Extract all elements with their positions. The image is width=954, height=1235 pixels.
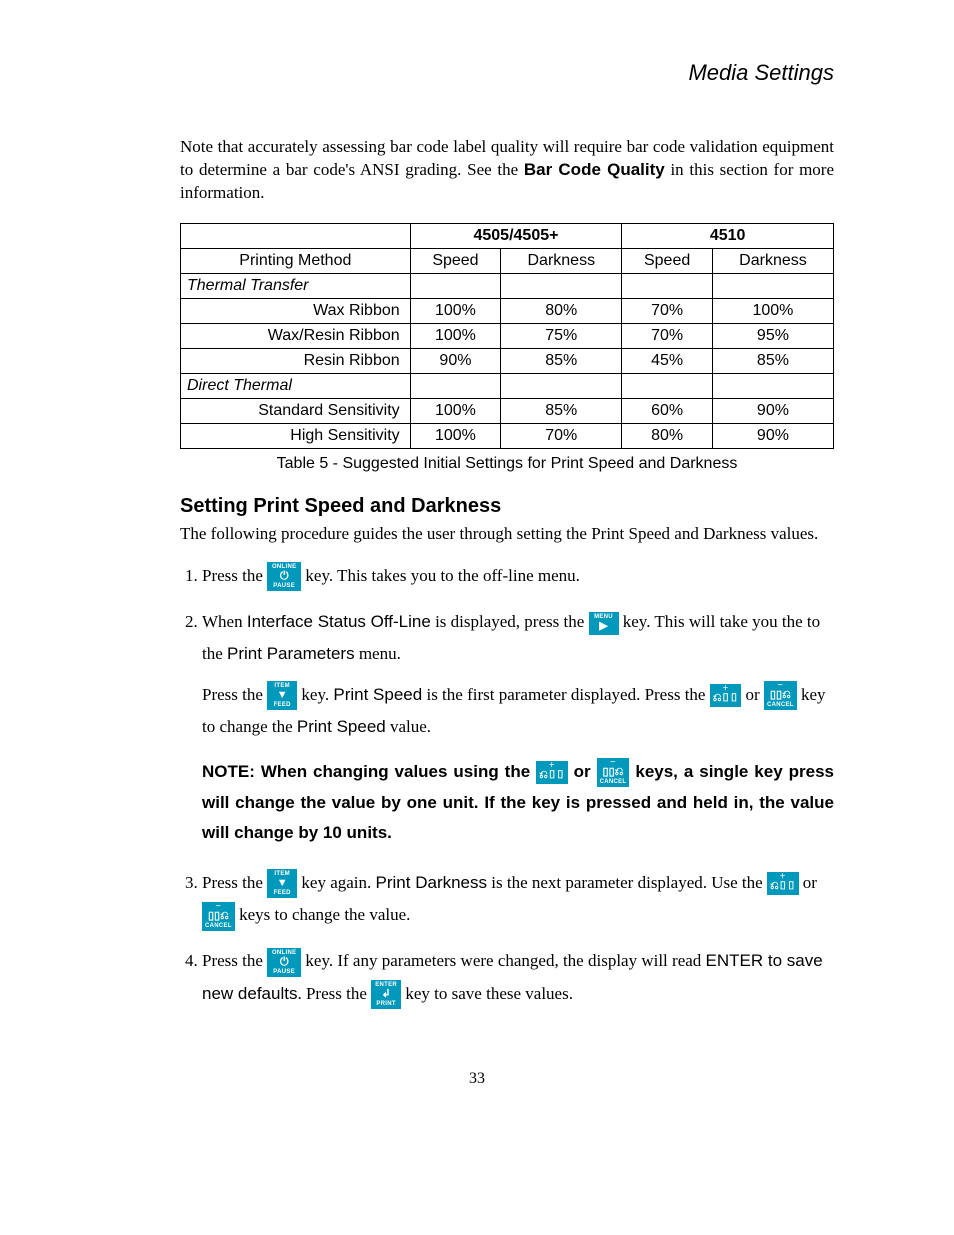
text: key. [301, 685, 333, 704]
text: is displayed, press the [431, 612, 589, 631]
minus-cancel-key-icon: －▯▯⎌CANCEL [597, 758, 630, 787]
table-row: Wax Ribbon 100% 80% 70% 100% [181, 298, 834, 323]
step-2-sub: Press the ITEM▼FEED key. Print Speed is … [202, 679, 834, 744]
plus-key-icon: ＋⎌▯▯ [536, 761, 568, 784]
table-row: Standard Sensitivity 100% 85% 60% 90% [181, 398, 834, 423]
row-label: High Sensitivity [181, 423, 411, 448]
text: When [202, 612, 247, 631]
text: key to save these values. [405, 984, 573, 1003]
text: key again. [301, 873, 375, 892]
table-row: Resin Ribbon 90% 85% 45% 85% [181, 348, 834, 373]
item-feed-key-icon: ITEM▼FEED [267, 681, 297, 710]
step-4: Press the ONLINE⏻PAUSE key. If any param… [202, 945, 834, 1010]
text: Press the [202, 685, 267, 704]
page-number: 33 [120, 1070, 834, 1088]
section-label: Thermal Transfer [181, 273, 411, 298]
note-block: NOTE: When changing values using the ＋⎌▯… [202, 757, 834, 849]
text: key. This takes you to the off-line menu… [305, 566, 579, 585]
section-direct-thermal: Direct Thermal [181, 373, 834, 398]
text: Press the [202, 951, 267, 970]
text: or [746, 685, 764, 704]
table-row: High Sensitivity 100% 70% 80% 90% [181, 423, 834, 448]
text: is the first parameter displayed. Press … [422, 685, 710, 704]
procedure-steps: Press the ONLINE⏻PAUSE key. This takes y… [180, 560, 834, 1010]
minus-cancel-key-icon: －▯▯⎌CANCEL [764, 681, 797, 710]
text: or [803, 873, 817, 892]
section-label: Direct Thermal [181, 373, 411, 398]
menu-key-icon: MENU▶ [589, 612, 619, 635]
text: . Press the [297, 984, 371, 1003]
plus-key-icon: ＋⎌▯▯ [767, 872, 799, 895]
print-speed-label: Print Speed [297, 717, 386, 736]
col-dark-1: Darkness [712, 248, 833, 273]
text: menu. [355, 644, 401, 663]
print-darkness-label: Print Darkness [376, 873, 487, 892]
row-label: Wax Ribbon [181, 298, 411, 323]
text: key. If any parameters were changed, the… [305, 951, 705, 970]
corner-cell [181, 223, 411, 248]
text: Press the [202, 566, 267, 585]
text: Press the [202, 873, 267, 892]
plus-key-icon: ＋⎌▯▯ [710, 684, 742, 707]
row-label: Wax/Resin Ribbon [181, 323, 411, 348]
row-label: Standard Sensitivity [181, 398, 411, 423]
step-2: When Interface Status Off-Line is displa… [202, 606, 834, 849]
minus-cancel-key-icon: －▯▯⎌CANCEL [202, 902, 235, 931]
col-speed-1: Speed [622, 248, 713, 273]
section-heading: Setting Print Speed and Darkness [180, 495, 834, 518]
enter-print-key-icon: ENTER↲PRINT [371, 980, 401, 1009]
text: is the next parameter displayed. Use the [487, 873, 767, 892]
table-header-models: 4505/4505+ 4510 [181, 223, 834, 248]
settings-table: 4505/4505+ 4510 Printing Method Speed Da… [180, 223, 834, 449]
print-speed-label: Print Speed [333, 685, 422, 704]
col-dark-0: Darkness [501, 248, 622, 273]
table-caption: Table 5 - Suggested Initial Settings for… [180, 455, 834, 473]
section-lead: The following procedure guides the user … [180, 522, 834, 546]
model-group-0: 4505/4505+ [410, 223, 622, 248]
table-row: Wax/Resin Ribbon 100% 75% 70% 95% [181, 323, 834, 348]
interface-status-label: Interface Status Off-Line [247, 612, 431, 631]
online-pause-key-icon: ONLINE⏻PAUSE [267, 948, 301, 977]
print-parameters-label: Print Parameters [227, 644, 355, 663]
step-3: Press the ITEM▼FEED key again. Print Dar… [202, 867, 834, 932]
text: keys to change the value. [239, 905, 410, 924]
online-pause-key-icon: ONLINE⏻PAUSE [267, 562, 301, 591]
page-header: Media Settings [120, 60, 834, 86]
intro-bold: Bar Code Quality [524, 160, 665, 179]
text: value. [386, 717, 431, 736]
section-thermal-transfer: Thermal Transfer [181, 273, 834, 298]
page-content: Note that accurately assessing bar code … [180, 136, 834, 1010]
model-group-1: 4510 [622, 223, 834, 248]
row-label: Resin Ribbon [181, 348, 411, 373]
row-header-label: Printing Method [181, 248, 411, 273]
item-feed-key-icon: ITEM▼FEED [267, 869, 297, 898]
note-text: or [574, 762, 597, 781]
note-text: NOTE: When changing values using the [202, 762, 536, 781]
col-speed-0: Speed [410, 248, 501, 273]
step-1: Press the ONLINE⏻PAUSE key. This takes y… [202, 560, 834, 592]
table-header-cols: Printing Method Speed Darkness Speed Dar… [181, 248, 834, 273]
intro-paragraph: Note that accurately assessing bar code … [180, 136, 834, 205]
